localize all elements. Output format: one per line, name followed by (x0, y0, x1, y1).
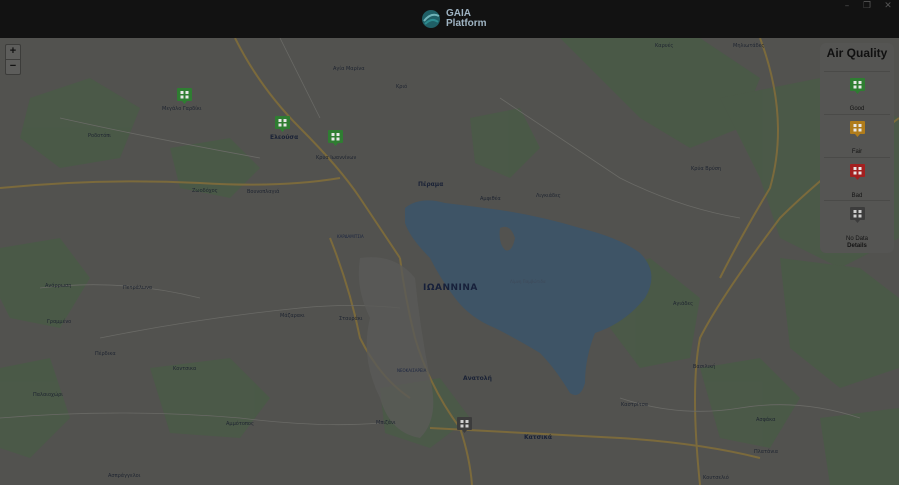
fair-marker-icon (850, 121, 865, 137)
map-label-neokesari: ΝΕΟΚΑΙΣΑΡΕΙΑ (397, 368, 427, 373)
map-label-vounoplagia: Βουνοπλαγιά (247, 189, 280, 195)
zoom-in-button[interactable]: + (6, 45, 20, 60)
legend-label-good: Good (849, 106, 865, 112)
logo-line2: Platform (446, 18, 487, 29)
legend-label-bad: Bad (851, 193, 863, 199)
air-quality-legend: Air Quality Good Fair Bad No Data Detail… (820, 43, 894, 253)
details-link[interactable]: Details (820, 243, 894, 249)
map-label-platanias: Πλατάνια (754, 449, 779, 455)
map-canvas[interactable]: Αγία Μαρίνα Κριό Καρυές Μηλιωτάδες Μεγάλ… (0, 38, 899, 485)
legend-label-fair: Fair (851, 149, 863, 155)
map-label-bizani: Μπιζάνι (376, 420, 396, 426)
map-label-palaiochori: Παλαιοχώρι (33, 392, 64, 398)
map-label-krapsi: Κρύα Βρύση (691, 166, 722, 172)
map-label-kontsika: Κοντσικα (173, 366, 197, 372)
map-label-anogi: Ανάρρωση (45, 283, 72, 289)
air-quality-marker-good[interactable] (328, 130, 343, 146)
map-label-eleousa: Ελεούσα (270, 134, 299, 141)
legend-item-good: Good (824, 71, 890, 114)
zoom-control: + − (5, 44, 21, 75)
map-label-asprangeloi: Ασπράγγελοι (108, 473, 141, 479)
map-label-megalo-gardiki: Μεγάλο Γαρδίκι (162, 106, 202, 112)
map-label-elafotopos: Αγιάδες (673, 301, 694, 307)
air-quality-marker-good[interactable] (275, 116, 290, 132)
map-label-perama: Πέραμα (418, 181, 444, 188)
map-label-metsovo: Μηλιωτάδες (733, 43, 765, 49)
map-label-krio: Κριό (396, 84, 408, 90)
minimize-button[interactable]: – (837, 0, 857, 12)
good-marker-icon (850, 78, 865, 94)
map-label-krya: Κρύα Ιωαννίνων (316, 155, 357, 161)
map-label-anatoli: Ανατολή (463, 375, 492, 382)
map-label-amfithea: Αμφιθέα (480, 196, 501, 202)
close-button[interactable]: ✕ (878, 0, 898, 12)
map-label-rodotopi: Ροδοτόπι (88, 133, 111, 139)
map-label-perdika: Πέρδικα (95, 351, 116, 357)
map-label-mazaraki: Μάζαρακι (280, 313, 305, 319)
legend-item-fair: Fair (824, 114, 890, 157)
map-label-zoodochos: Ζωοδόχος (192, 188, 218, 194)
legend-item-bad: Bad (824, 157, 890, 200)
map-label-lake: Λίμνη Παμβώτιδα (510, 279, 546, 284)
legend-title: Air Quality (826, 46, 888, 60)
map-label-ammotopos: Αμμότοπος (226, 421, 254, 427)
map-label-agia-marina: Αγία Μαρίνα (333, 66, 365, 72)
title-bar: GAIA Platform – ❐ ✕ (0, 0, 899, 38)
legend-item-no-data: No Data (824, 200, 890, 243)
air-quality-marker-no-data[interactable] (457, 417, 472, 433)
map-label-kalamas: Καρυές (655, 43, 674, 49)
map-label-ligkiades: Λιγκιάδες (536, 193, 561, 199)
air-quality-marker-good[interactable] (177, 88, 192, 104)
legend-label-no-data: No Data (845, 236, 868, 242)
map-label-katsika: Κατσικά (524, 434, 552, 441)
map-label-stavraki: Σταυράκι (339, 316, 363, 322)
restore-button[interactable]: ❐ (857, 0, 877, 12)
lake-pamvotida (405, 200, 652, 396)
map-label-ioannina: ΙΩΑΝΝΙΝΑ (423, 283, 478, 293)
gaia-logo: GAIA Platform (420, 6, 487, 32)
map-label-vasiliki: Βασιλική (693, 364, 716, 370)
no-data-marker-icon (850, 207, 865, 223)
map-label-kastritsa: Καστρίτσα (621, 402, 649, 408)
globe-icon (420, 8, 442, 30)
bad-marker-icon (850, 164, 865, 180)
map-label-koutselio: Κουτσελιό (703, 475, 729, 481)
map-label-grammeno: Γραμμένο (47, 319, 72, 325)
map-label-petralona: Πετράλωνα (123, 285, 153, 291)
map-label-kardamitsia: ΚΑΡΔΑΜΙΤΣΙΑ (337, 234, 364, 239)
map-label-asfaka: Ασφάκα (756, 417, 776, 423)
zoom-out-button[interactable]: − (6, 60, 20, 74)
